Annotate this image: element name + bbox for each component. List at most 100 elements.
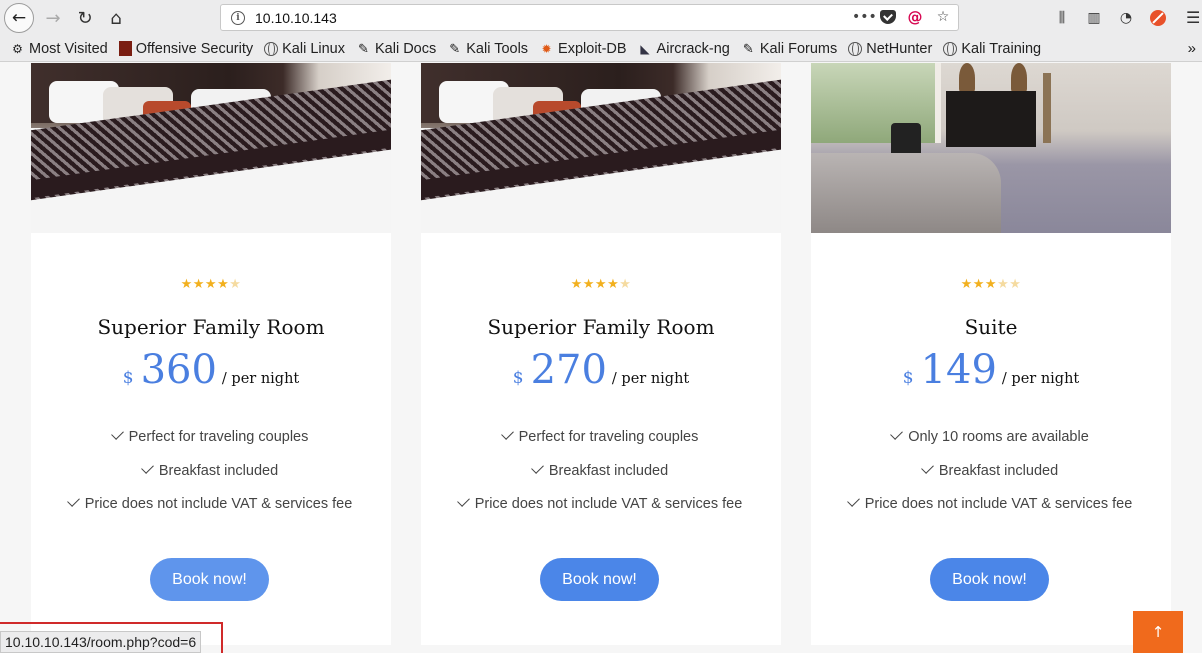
star-filled-icon: ★ (984, 277, 998, 292)
library-icon[interactable]: ⫼ (1050, 6, 1074, 30)
bookmark-most-visited[interactable]: ⚙ Most Visited (10, 41, 108, 57)
room-title: Superior Family Room (487, 315, 715, 339)
star-empty-icon: ★ (619, 277, 632, 292)
status-url: 10.10.10.143/room.php?cod=6 (5, 634, 197, 650)
back-button[interactable]: ← (4, 3, 34, 33)
check-icon (530, 461, 544, 474)
bookmarks-bar: ⚙ Most Visited Offensive Security Kali L… (0, 36, 1202, 62)
gear-icon: ⚙ (12, 41, 23, 56)
status-bar: 10.10.10.143/room.php?cod=6 (0, 631, 202, 653)
feature-item: Perfect for traveling couples (421, 427, 781, 445)
globe-icon (848, 41, 863, 56)
arrow-up-icon: ↑ (1151, 623, 1165, 641)
feature-item: Breakfast included (31, 461, 391, 479)
rating-stars: ★★★★★ (421, 277, 781, 292)
star-filled-icon: ★ (607, 277, 620, 292)
feature-item: Price does not include VAT & services fe… (811, 494, 1171, 512)
check-icon (920, 461, 934, 474)
rating-stars: ★★★★★ (31, 277, 391, 292)
forward-button[interactable]: → (38, 3, 68, 33)
scroll-to-top-button[interactable]: ↑ (1133, 611, 1183, 653)
arrow-left-icon: ← (11, 8, 27, 28)
aircrack-icon: ◣ (640, 41, 650, 56)
book-now-button[interactable]: Book now! (540, 558, 659, 601)
reload-button[interactable]: ↻ (70, 3, 100, 33)
per-night-label: / per night (611, 371, 690, 387)
debian-icon[interactable]: @ (906, 8, 924, 26)
star-filled-icon: ★ (594, 277, 608, 292)
kali-dragon-icon: ✎ (358, 40, 369, 56)
globe-icon (264, 41, 279, 56)
feature-item: Breakfast included (811, 461, 1171, 479)
bookmark-kali-linux[interactable]: Kali Linux (264, 41, 345, 57)
bookmark-aircrack-ng[interactable]: ◣ Aircrack-ng (638, 41, 729, 57)
url-text[interactable]: 10.10.10.143 (255, 10, 337, 26)
price-row: $ 270 / per night (421, 347, 781, 393)
more-actions-icon[interactable]: ••• (852, 9, 877, 25)
currency-symbol: $ (122, 368, 134, 388)
info-icon[interactable]: i (231, 10, 245, 25)
hamburger-menu-icon[interactable]: ☰ (1186, 8, 1200, 27)
bookmark-kali-tools[interactable]: ✎ Kali Tools (447, 41, 528, 57)
star-empty-icon: ★ (229, 277, 242, 292)
per-night-label: / per night (221, 371, 300, 387)
check-icon (456, 494, 470, 507)
star-empty-icon: ★ (1009, 277, 1022, 292)
rating-stars: ★★★★★ (811, 277, 1171, 292)
check-icon (846, 494, 860, 507)
star-filled-icon: ★ (972, 277, 985, 292)
browser-toolbar: ← → ↻ ⌂ i 10.10.10.143 ••• @ ☆ ⫼ ▥ ◔ ☰ (0, 0, 1202, 36)
bookmark-star-icon[interactable]: ☆ (934, 9, 952, 25)
page-viewport: ★★★★★ Superior Family Room $ 360 / per n… (0, 63, 1202, 653)
room-image[interactable] (421, 63, 781, 233)
room-image[interactable] (31, 63, 391, 233)
per-night-label: / per night (1001, 371, 1080, 387)
price-row: $ 149 / per night (811, 347, 1171, 393)
book-now-button[interactable]: Book now! (930, 558, 1049, 601)
feature-item: Price does not include VAT & services fe… (421, 494, 781, 512)
exploitdb-icon: ✹ (541, 41, 552, 56)
room-card: ★★★★★ Superior Family Room $ 270 / per n… (421, 63, 781, 645)
room-price: 149 (920, 347, 997, 393)
star-filled-icon: ★ (217, 277, 230, 292)
highlight-frame (0, 622, 223, 624)
check-icon (66, 494, 80, 507)
pocket-icon[interactable] (880, 10, 896, 24)
star-filled-icon: ★ (192, 277, 205, 292)
sidebar-icon[interactable]: ▥ (1082, 6, 1106, 30)
screenshot-icon[interactable]: ◔ (1114, 6, 1138, 30)
bookmark-kali-forums[interactable]: ✎ Kali Forums (741, 41, 837, 57)
chevron-right-icon[interactable]: » (1188, 40, 1196, 57)
bookmark-kali-docs[interactable]: ✎ Kali Docs (356, 41, 436, 57)
check-icon (140, 461, 154, 474)
price-row: $ 360 / per night (31, 347, 391, 393)
globe-icon (943, 41, 958, 56)
room-title: Suite (964, 315, 1018, 339)
star-filled-icon: ★ (960, 277, 973, 292)
bookmark-exploit-db[interactable]: ✹ Exploit-DB (539, 41, 627, 57)
noscript-icon[interactable] (1146, 6, 1170, 30)
check-icon (500, 427, 514, 440)
feature-item: Price does not include VAT & services fe… (31, 494, 391, 512)
highlight-frame (208, 622, 223, 653)
home-icon: ⌂ (110, 7, 122, 29)
star-filled-icon: ★ (570, 277, 583, 292)
feature-item: Breakfast included (421, 461, 781, 479)
kali-dragon-icon: ✎ (449, 40, 461, 56)
room-card: ★★★★★ Suite $ 149 / per night Only 10 ro… (811, 63, 1171, 645)
url-bar[interactable]: i 10.10.10.143 ••• @ ☆ (220, 4, 959, 31)
room-price: 270 (530, 347, 607, 393)
bookmark-offensive-security[interactable]: Offensive Security (118, 41, 253, 57)
currency-symbol: $ (902, 368, 914, 388)
feature-item: Only 10 rooms are available (811, 427, 1171, 445)
room-image[interactable] (811, 63, 1171, 233)
bookmark-kali-training[interactable]: Kali Training (943, 41, 1041, 57)
bookmark-nethunter[interactable]: NetHunter (848, 41, 932, 57)
arrow-right-icon: → (45, 7, 61, 29)
check-icon (890, 427, 904, 440)
star-empty-icon: ★ (997, 277, 1010, 292)
home-button[interactable]: ⌂ (101, 3, 131, 33)
check-icon (110, 427, 124, 440)
book-now-button[interactable]: Book now! (150, 558, 269, 601)
room-price: 360 (140, 347, 217, 393)
